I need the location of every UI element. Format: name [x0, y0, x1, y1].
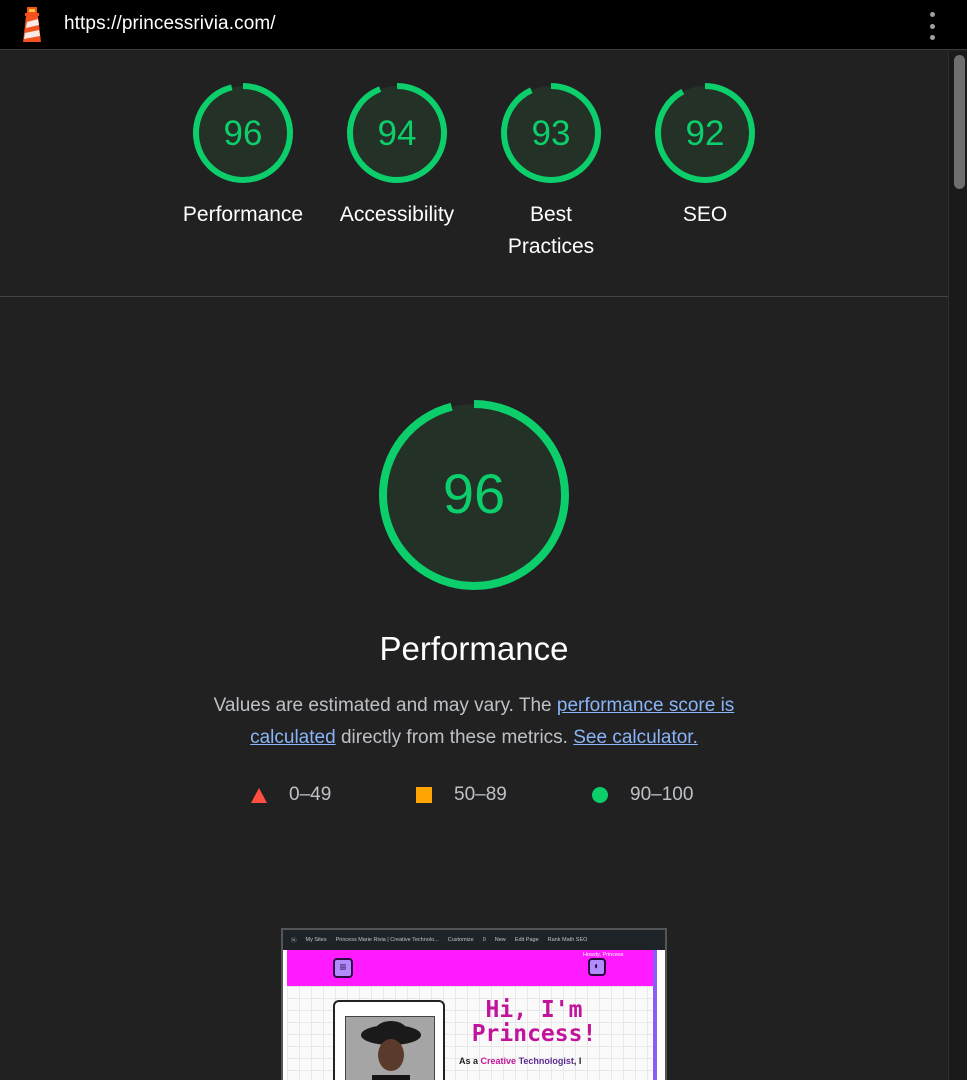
gauge-label: SEO [682, 203, 728, 226]
admin-bar-item: New [494, 937, 506, 943]
performance-title: Performance [379, 630, 569, 667]
gauge-score: 93 [532, 114, 571, 153]
legend-average: 50–89 [416, 782, 507, 808]
thumbnail-scrollbar [653, 950, 657, 1080]
gauge-score: 96 [224, 114, 263, 153]
desc-text: directly from these metrics. [335, 727, 574, 748]
gauge-best-practices[interactable]: 93 Best Practices [476, 81, 626, 263]
admin-bar-item: Rank Math SEO [547, 937, 588, 943]
gauge-score: 94 [378, 114, 417, 153]
gauge-seo[interactable]: 92 SEO [630, 81, 780, 231]
gauge-label: Performance [182, 203, 304, 226]
admin-bar-item: Edit Page [514, 937, 539, 943]
gauge-ring-icon: 96 [379, 400, 569, 590]
wordpress-icon: ⓦ [291, 938, 297, 944]
page-url: https://princessrivia.com/ [64, 13, 276, 34]
admin-bar-item: Princess Marie Rivia | Creative Technolo… [335, 937, 439, 943]
admin-bar-item: Customize [447, 937, 474, 943]
performance-description: Values are estimated and may vary. The p… [174, 690, 774, 754]
gauge-performance[interactable]: 96 Performance [168, 81, 318, 231]
performance-score: 96 [443, 462, 505, 525]
kebab-menu-icon[interactable] [922, 11, 942, 41]
gauge-label: Best Practices [507, 203, 595, 258]
hero-headline: Hi, I'm Princess! [471, 997, 597, 1047]
gauge-ring-icon: 93 [501, 83, 601, 183]
see-calculator-link[interactable]: See calculator. [573, 727, 698, 748]
admin-bar-item: My Sites [305, 937, 327, 943]
legend-range: 90–100 [630, 784, 694, 805]
gauge-label: Accessibility [339, 203, 455, 226]
gauge-ring-icon: 92 [655, 83, 755, 183]
profile-card [333, 1000, 445, 1080]
final-screenshot[interactable]: ⓦ My Sites Princess Marie Rivia | Creati… [281, 928, 667, 1080]
theme-toggle-icon: ◐ [588, 958, 606, 976]
legend-fail: 0–49 [251, 782, 331, 808]
hamburger-menu-icon: ≡ [333, 958, 353, 978]
triangle-icon [251, 787, 267, 803]
gauge-ring-icon: 94 [347, 83, 447, 183]
wp-admin-bar: ⓦ My Sites Princess Marie Rivia | Creati… [283, 930, 665, 950]
gauge-ring-icon: 96 [193, 83, 293, 183]
square-icon [416, 787, 432, 803]
address-bar: https://princessrivia.com/ [0, 0, 967, 50]
performance-gauge: 96 [377, 398, 571, 592]
lighthouse-icon [18, 6, 46, 44]
profile-photo [345, 1016, 435, 1080]
howdy-text: Howdy, Princess [583, 952, 624, 958]
gauge-accessibility[interactable]: 94 Accessibility [322, 81, 472, 231]
legend-range: 0–49 [289, 784, 332, 805]
admin-bar-item: 0 [482, 937, 486, 943]
scrollbar-track[interactable] [948, 51, 967, 1080]
scrollbar-thumb[interactable] [954, 55, 965, 189]
gauge-score: 92 [686, 114, 725, 153]
score-summary: 96 Performance 94 Accessibility 93 Best … [0, 51, 948, 297]
circle-icon [592, 787, 608, 803]
legend-pass: 90–100 [592, 782, 693, 808]
legend-range: 50–89 [454, 784, 507, 805]
site-header: Howdy, Princess ≡ ◐ [287, 950, 653, 986]
desc-text: Values are estimated and may vary. The [213, 695, 557, 716]
hero-intro: As a Creative Technologist, I [459, 1056, 582, 1066]
hero-section: Hi, I'm Princess! As a Creative Technolo… [287, 986, 653, 1080]
